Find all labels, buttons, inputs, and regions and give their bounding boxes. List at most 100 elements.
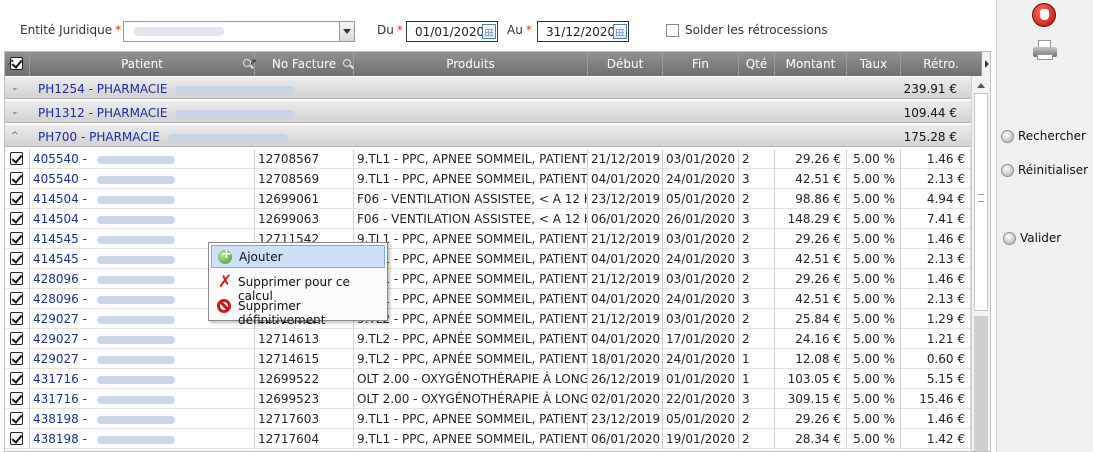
entity-select[interactable] — [123, 21, 355, 42]
col-retro[interactable]: Rétro. — [901, 52, 981, 76]
group-row[interactable]: ⌄ PH1254 - PHARMACIE 239.91 € — [5, 76, 971, 99]
reinitialiser-button[interactable]: Réinitialiser — [1001, 163, 1088, 177]
solder-checkbox[interactable] — [666, 24, 679, 37]
cell-debut: 23/12/2019 — [588, 189, 663, 209]
table-row[interactable]: 438198 -12717603 9.TL1 - PPC, APNEE SOMME… — [5, 409, 971, 429]
table-row[interactable]: 429027 -12714613 9.TL2 - PPC, APNÉE SOMME… — [5, 329, 971, 349]
chevron-down-icon[interactable]: ⌄ — [11, 107, 19, 117]
cell-fin: 22/01/2020 — [663, 389, 739, 409]
vertical-scrollbar[interactable] — [971, 76, 990, 451]
table-row[interactable]: 414504 -12699061 F06 - VENTILATION ASSIST… — [5, 189, 971, 209]
row-checkbox[interactable] — [10, 172, 23, 185]
cell-patient[interactable]: 414504 - — [30, 189, 255, 209]
table-row[interactable]: 429027 -12714615 9.TL2 - PPC, APNÉE SOMME… — [5, 349, 971, 369]
row-checkbox[interactable] — [10, 152, 23, 165]
cell-patient[interactable]: 429027 - — [30, 329, 255, 349]
table-row[interactable]: 431716 -12699522 OLT 2.00 - OXYGÉNOTHÉRAP… — [5, 369, 971, 389]
table-row[interactable]: 431716 -12699523 OLT 2.00 - OXYGÉNOTHÉRAP… — [5, 389, 971, 409]
col-qte[interactable]: Qté — [739, 52, 775, 76]
row-select-cell — [5, 289, 30, 309]
cell-qte: 2 — [739, 329, 775, 349]
cell-patient[interactable]: 405540 - — [30, 169, 255, 189]
table-row[interactable]: 414504 -12699063 F06 - VENTILATION ASSIST… — [5, 209, 971, 229]
row-checkbox[interactable] — [10, 412, 23, 425]
cell-debut: 21/12/2019 — [588, 269, 663, 289]
cell-patient[interactable]: 414504 - — [30, 209, 255, 229]
row-checkbox[interactable] — [10, 372, 23, 385]
cell-debut: 06/01/2020 — [588, 429, 663, 449]
row-checkbox[interactable] — [10, 272, 23, 285]
row-checkbox[interactable] — [10, 232, 23, 245]
patient-name-redacted — [96, 155, 175, 164]
patient-name-redacted — [96, 375, 175, 384]
scroll-right-icon[interactable] — [981, 52, 990, 76]
stop-hand-icon[interactable] — [1032, 3, 1056, 27]
table-row[interactable]: 405540 -12708569 9.TL1 - PPC, APNEE SOMME… — [5, 169, 971, 189]
patient-name-redacted — [96, 195, 175, 204]
row-checkbox[interactable] — [10, 292, 23, 305]
chevron-up-icon[interactable]: ^ — [11, 131, 19, 141]
scroll-up-icon[interactable] — [974, 80, 988, 92]
valider-button[interactable]: Valider — [1003, 231, 1061, 245]
table-row[interactable]: 438198 -12717604 9.TL1 - PPC, APNEE SOMME… — [5, 429, 971, 449]
col-debut[interactable]: Début — [588, 52, 663, 76]
cell-retro: 1.29 € — [901, 309, 971, 329]
search-icon[interactable] — [343, 59, 351, 67]
table-row[interactable]: 428096 -127115499.TL1 - PPC, APNEE SOMME… — [5, 289, 971, 309]
table-row[interactable]: 405540 -12708567 9.TL1 - PPC, APNEE SOMME… — [5, 149, 971, 169]
printer-icon[interactable] — [1033, 40, 1057, 60]
row-checkbox[interactable] — [10, 252, 23, 265]
date-from-input[interactable]: 01/01/2020 — [406, 21, 498, 42]
cell-debut: 04/01/2020 — [588, 249, 663, 269]
cell-patient[interactable]: 429027 - — [30, 349, 255, 369]
chevron-down-icon[interactable] — [339, 22, 354, 41]
date-to-input[interactable]: 31/12/2020 — [537, 21, 629, 42]
row-checkbox[interactable] — [10, 392, 23, 405]
cell-montant: 29.26 € — [775, 229, 847, 249]
cell-patient[interactable]: 431716 - — [30, 389, 255, 409]
menu-item-supprimer-definitivement[interactable]: Supprimer définitivement — [211, 295, 385, 327]
cell-patient[interactable]: 431716 - — [30, 369, 255, 389]
table-row[interactable]: 414545 -127115439.TL1 - PPC, APNEE SOMME… — [5, 249, 971, 269]
col-facture[interactable]: No Facture — [255, 52, 354, 76]
cell-produit: 9.TL1 - PPC, APNEE SOMMEIL, PATIENT — [354, 169, 588, 189]
cell-produit: 9.TL1 - PPC, APNEE SOMMEIL, PATIENT — [354, 229, 588, 249]
col-montant[interactable]: Montant — [775, 52, 847, 76]
calendar-icon[interactable] — [482, 24, 496, 39]
cell-qte: 3 — [739, 289, 775, 309]
patient-name-redacted — [96, 315, 175, 324]
cell-montant: 103.05 € — [775, 369, 847, 389]
group-row[interactable]: ⌄ PH1312 - PHARMACIE 109.44 € — [5, 100, 971, 123]
scroll-track[interactable] — [974, 316, 988, 451]
row-checkbox[interactable] — [10, 352, 23, 365]
menu-item-ajouter[interactable]: Ajouter — [211, 245, 385, 268]
row-checkbox[interactable] — [10, 312, 23, 325]
row-checkbox[interactable] — [10, 332, 23, 345]
row-checkbox[interactable] — [10, 212, 23, 225]
group-row[interactable]: ^ PH700 - PHARMACIE 175.28 € — [5, 124, 971, 147]
row-checkbox[interactable] — [10, 432, 23, 445]
scroll-thumb[interactable] — [974, 93, 988, 311]
row-checkbox[interactable] — [10, 192, 23, 205]
group-label: PH1254 - PHARMACIE — [38, 82, 296, 96]
cell-patient[interactable]: 438198 - — [30, 409, 255, 429]
cell-montant: 24.16 € — [775, 329, 847, 349]
cell-patient[interactable]: 438198 - — [30, 429, 255, 449]
cell-taux: 5.00 % — [847, 289, 901, 309]
calendar-icon[interactable] — [613, 24, 627, 39]
col-produits[interactable]: Produits — [354, 52, 588, 76]
cell-produit: 9.TL2 - PPC, APNÉE SOMMEIL, PATIENT — [354, 349, 588, 369]
table-row[interactable]: 414545 -12711542 9.TL1 - PPC, APNEE SOMME… — [5, 229, 971, 249]
table-row[interactable]: 429027 -127146129.TL2 - PPC, APNÉE SOMME… — [5, 309, 971, 329]
col-patient[interactable]: Patient ↗ — [30, 52, 257, 76]
entity-label: Entité Juridique * — [20, 23, 122, 37]
cell-fin: 19/01/2020 — [663, 429, 739, 449]
cell-patient[interactable]: 405540 - — [30, 149, 255, 169]
rechercher-button[interactable]: Rechercher — [1001, 129, 1086, 143]
menu-item-supprimer-calcul[interactable]: ✗ Supprimer pour ce calcul — [211, 271, 385, 303]
table-row[interactable]: 428096 -127115489.TL1 - PPC, APNEE SOMME… — [5, 269, 971, 289]
cell-taux: 5.00 % — [847, 349, 901, 369]
chevron-down-icon[interactable]: ⌄ — [11, 83, 19, 93]
col-fin[interactable]: Fin — [663, 52, 739, 76]
col-taux[interactable]: Taux — [847, 52, 901, 76]
